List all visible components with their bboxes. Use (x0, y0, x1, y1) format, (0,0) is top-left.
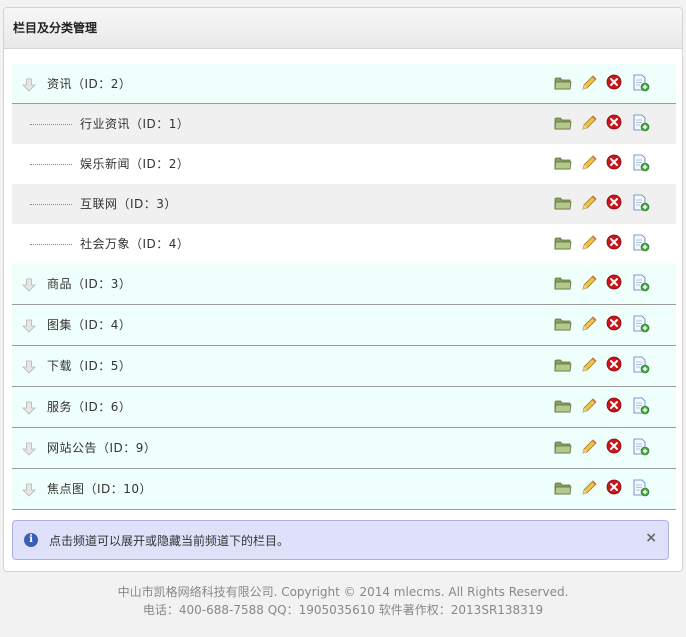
pencil-icon[interactable] (580, 438, 598, 456)
folder-icon[interactable] (554, 114, 572, 132)
category-label[interactable]: 商品（ID：3） (47, 264, 131, 305)
add-document-icon[interactable] (632, 274, 650, 292)
delete-icon[interactable] (606, 438, 624, 456)
row-actions (554, 74, 650, 94)
delete-icon[interactable] (606, 479, 624, 497)
delete-icon[interactable] (606, 234, 624, 252)
arrow-down-icon[interactable] (22, 401, 36, 415)
subcategory-label[interactable]: 行业资讯（ID：1） (80, 104, 189, 144)
add-document-icon[interactable] (632, 397, 650, 415)
delete-icon[interactable] (606, 274, 624, 292)
row-actions (554, 356, 650, 376)
row-actions (554, 397, 650, 417)
row-actions (554, 315, 650, 335)
info-notice: i 点击频道可以展开或隐藏当前频道下的栏目。 × (12, 520, 669, 560)
category-row-downloads[interactable]: 下载（ID：5） (12, 346, 676, 387)
folder-icon[interactable] (554, 479, 572, 497)
pencil-icon[interactable] (580, 274, 598, 292)
folder-icon[interactable] (554, 356, 572, 374)
delete-icon[interactable] (606, 397, 624, 415)
arrow-down-icon[interactable] (22, 483, 36, 497)
pencil-icon[interactable] (580, 397, 598, 415)
add-document-icon[interactable] (632, 438, 650, 456)
tree-branch (30, 124, 72, 125)
row-actions (554, 234, 650, 254)
folder-icon[interactable] (554, 315, 572, 333)
category-label[interactable]: 网站公告（ID：9） (47, 428, 156, 469)
close-icon[interactable]: × (645, 530, 657, 546)
subcategory-row[interactable]: 娱乐新闻（ID：2） (12, 144, 676, 184)
subcategory-row[interactable]: 社会万象（ID：4） (12, 224, 676, 264)
folder-icon[interactable] (554, 154, 572, 172)
panel-title: 栏目及分类管理 (4, 8, 682, 49)
category-label[interactable]: 下载（ID：5） (47, 346, 131, 387)
subcategory-label[interactable]: 娱乐新闻（ID：2） (80, 144, 189, 184)
delete-icon[interactable] (606, 114, 624, 132)
footer-copyright: 中山市凯格网络科技有限公司. Copyright © 2014 mlecms. … (117, 585, 569, 599)
row-actions (554, 154, 650, 174)
add-document-icon[interactable] (632, 356, 650, 374)
add-document-icon[interactable] (632, 114, 650, 132)
pencil-icon[interactable] (580, 234, 598, 252)
folder-icon[interactable] (554, 74, 572, 92)
delete-icon[interactable] (606, 154, 624, 172)
pencil-icon[interactable] (580, 315, 598, 333)
subcategory-row[interactable]: 行业资讯（ID：1） (12, 104, 676, 144)
delete-icon[interactable] (606, 194, 624, 212)
pencil-icon[interactable] (580, 356, 598, 374)
category-panel: 栏目及分类管理 资讯（ID：2） 行业资讯（ID：1） 娱乐新闻（ID：2） 互… (3, 7, 683, 572)
arrow-down-icon[interactable] (22, 78, 36, 92)
add-document-icon[interactable] (632, 194, 650, 212)
pencil-icon[interactable] (580, 479, 598, 497)
folder-icon[interactable] (554, 234, 572, 252)
pencil-icon[interactable] (580, 114, 598, 132)
add-document-icon[interactable] (632, 74, 650, 92)
category-list: 资讯（ID：2） 行业资讯（ID：1） 娱乐新闻（ID：2） 互联网（ID：3）… (12, 64, 676, 510)
category-label[interactable]: 服务（ID：6） (47, 387, 131, 428)
delete-icon[interactable] (606, 74, 624, 92)
folder-icon[interactable] (554, 274, 572, 292)
add-document-icon[interactable] (632, 234, 650, 252)
subcategory-label[interactable]: 互联网（ID：3） (80, 184, 177, 224)
add-document-icon[interactable] (632, 154, 650, 172)
tree-branch (30, 204, 72, 205)
category-row-services[interactable]: 服务（ID：6） (12, 387, 676, 428)
arrow-down-icon[interactable] (22, 442, 36, 456)
folder-icon[interactable] (554, 438, 572, 456)
pencil-icon[interactable] (580, 74, 598, 92)
category-label[interactable]: 资讯（ID：2） (47, 64, 131, 104)
tree-branch (30, 244, 72, 245)
row-actions (554, 274, 650, 294)
row-actions (554, 114, 650, 134)
add-document-icon[interactable] (632, 479, 650, 497)
pencil-icon[interactable] (580, 154, 598, 172)
add-document-icon[interactable] (632, 315, 650, 333)
category-row-focus-images[interactable]: 焦点图（ID：10） (12, 469, 676, 510)
info-icon: i (24, 533, 38, 547)
subcategory-label[interactable]: 社会万象（ID：4） (80, 224, 189, 264)
arrow-down-icon[interactable] (22, 278, 36, 292)
category-row-announcements[interactable]: 网站公告（ID：9） (12, 428, 676, 469)
folder-icon[interactable] (554, 397, 572, 415)
folder-icon[interactable] (554, 194, 572, 212)
footer-contact: 电话：400-688-7588 QQ：1905035610 软件著作权：2013… (142, 603, 544, 617)
row-actions (554, 479, 650, 499)
category-row-products[interactable]: 商品（ID：3） (12, 264, 676, 305)
arrow-down-icon[interactable] (22, 319, 36, 333)
arrow-down-icon[interactable] (22, 360, 36, 374)
notice-text: 点击频道可以展开或隐藏当前频道下的栏目。 (49, 534, 290, 548)
delete-icon[interactable] (606, 315, 624, 333)
subcategory-group: 行业资讯（ID：1） 娱乐新闻（ID：2） 互联网（ID：3） 社会万象（ID：… (12, 104, 676, 264)
category-label[interactable]: 焦点图（ID：10） (47, 469, 152, 510)
category-label[interactable]: 图集（ID：4） (47, 305, 131, 346)
delete-icon[interactable] (606, 356, 624, 374)
row-actions (554, 438, 650, 458)
category-row-news[interactable]: 资讯（ID：2） (12, 64, 676, 104)
pencil-icon[interactable] (580, 194, 598, 212)
tree-branch (30, 164, 72, 165)
row-actions (554, 194, 650, 214)
subcategory-row[interactable]: 互联网（ID：3） (12, 184, 676, 224)
category-row-gallery[interactable]: 图集（ID：4） (12, 305, 676, 346)
